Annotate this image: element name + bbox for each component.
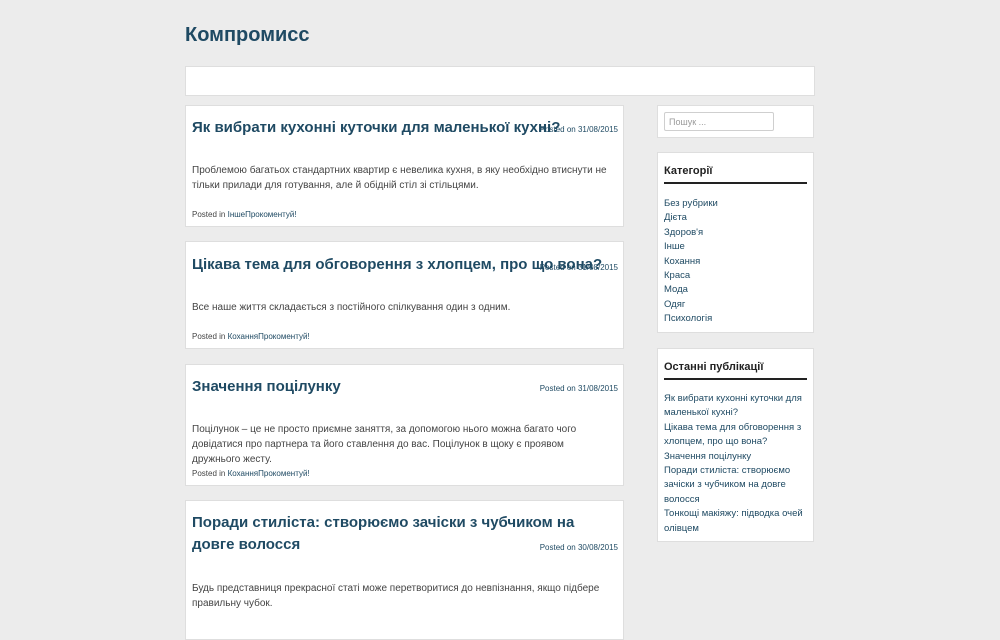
- post-meta: Posted on 30/08/2015: [540, 543, 618, 552]
- post-meta: Posted on 31/08/2015: [540, 384, 618, 393]
- category-item[interactable]: Дієта: [664, 211, 810, 225]
- post-excerpt: Поцілунок – це не просто приємне заняття…: [192, 424, 577, 465]
- post-footer: Posted in ІншеПрокоментуй!: [192, 210, 297, 219]
- post-date-link[interactable]: 31/08/2015: [578, 263, 618, 272]
- categories-widget: Категорії Без рубрики Дієта Здоров'я Інш…: [657, 152, 814, 333]
- recent-post-link[interactable]: Цікава тема для обговорення з хлопцем, п…: [664, 421, 810, 450]
- category-item[interactable]: Психологія: [664, 312, 810, 326]
- category-item[interactable]: Одяг: [664, 298, 810, 312]
- post-date-link[interactable]: 31/08/2015: [578, 384, 618, 393]
- post-title[interactable]: Значення поцілунку: [192, 376, 341, 398]
- post-card: Поради стиліста: створюємо зачіски з чуб…: [185, 500, 624, 640]
- recent-post-link[interactable]: Тонкощі макіяжу: підводка очей олівцем: [664, 507, 810, 536]
- comment-link[interactable]: Прокоментуй!: [258, 332, 310, 341]
- site-title[interactable]: Компромисс: [185, 24, 310, 47]
- navigation-bar: [185, 66, 815, 96]
- recent-posts-title: Останні публікації: [664, 361, 807, 380]
- recent-posts-widget: Останні публікації Як вибрати кухонні ку…: [657, 348, 814, 542]
- comment-link[interactable]: Прокоментуй!: [258, 469, 310, 478]
- post-footer: Posted in КоханняПрокоментуй!: [192, 469, 310, 478]
- post-card: Цікава тема для обговорення з хлопцем, п…: [185, 241, 624, 349]
- recent-post-link[interactable]: Значення поцілунку: [664, 450, 810, 464]
- posted-in-label: Posted in: [192, 332, 226, 341]
- post-meta: Posted on 31/08/2015: [540, 125, 618, 134]
- comment-link[interactable]: Прокоментуй!: [245, 210, 297, 219]
- posted-on-label: Posted on: [539, 125, 576, 134]
- category-link[interactable]: Кохання: [228, 332, 259, 341]
- category-link[interactable]: Інше: [228, 210, 246, 219]
- recent-post-link[interactable]: Поради стиліста: створюємо зачіски з чуб…: [664, 464, 810, 507]
- recent-posts-list: Як вибрати кухонні куточки для маленької…: [664, 392, 810, 536]
- search-widget: [657, 105, 814, 138]
- category-link[interactable]: Кохання: [228, 469, 259, 478]
- posted-in-label: Posted in: [192, 469, 226, 478]
- post-date-link[interactable]: 31/08/2015: [578, 125, 618, 134]
- category-item[interactable]: Кохання: [664, 255, 810, 269]
- posted-on-label: Posted on: [539, 543, 576, 552]
- post-excerpt: Все наше життя складається з постійного …: [192, 302, 511, 313]
- post-footer: Posted in КоханняПрокоментуй!: [192, 332, 310, 341]
- search-input[interactable]: [664, 112, 774, 131]
- posted-in-label: Posted in: [192, 210, 226, 219]
- post-excerpt: Будь представниця прекрасної статі може …: [192, 583, 600, 609]
- post-meta: Posted on 31/08/2015: [540, 263, 618, 272]
- recent-post-link[interactable]: Як вибрати кухонні куточки для маленької…: [664, 392, 810, 421]
- category-item[interactable]: Мода: [664, 283, 810, 297]
- category-item[interactable]: Інше: [664, 240, 810, 254]
- post-date-link[interactable]: 30/08/2015: [578, 543, 618, 552]
- posted-on-label: Posted on: [539, 384, 576, 393]
- posted-on-label: Posted on: [539, 263, 576, 272]
- post-title[interactable]: Як вибрати кухонні куточки для маленької…: [192, 117, 560, 139]
- categories-list: Без рубрики Дієта Здоров'я Інше Кохання …: [664, 197, 810, 327]
- category-item[interactable]: Краса: [664, 269, 810, 283]
- post-excerpt: Проблемою багатьох стандартних квартир є…: [192, 165, 607, 191]
- category-item[interactable]: Без рубрики: [664, 197, 810, 211]
- categories-title: Категорії: [664, 165, 807, 184]
- post-card: Як вибрати кухонні куточки для маленької…: [185, 105, 624, 227]
- post-card: Значення поцілунку Posted on 31/08/2015 …: [185, 364, 624, 486]
- category-item[interactable]: Здоров'я: [664, 226, 810, 240]
